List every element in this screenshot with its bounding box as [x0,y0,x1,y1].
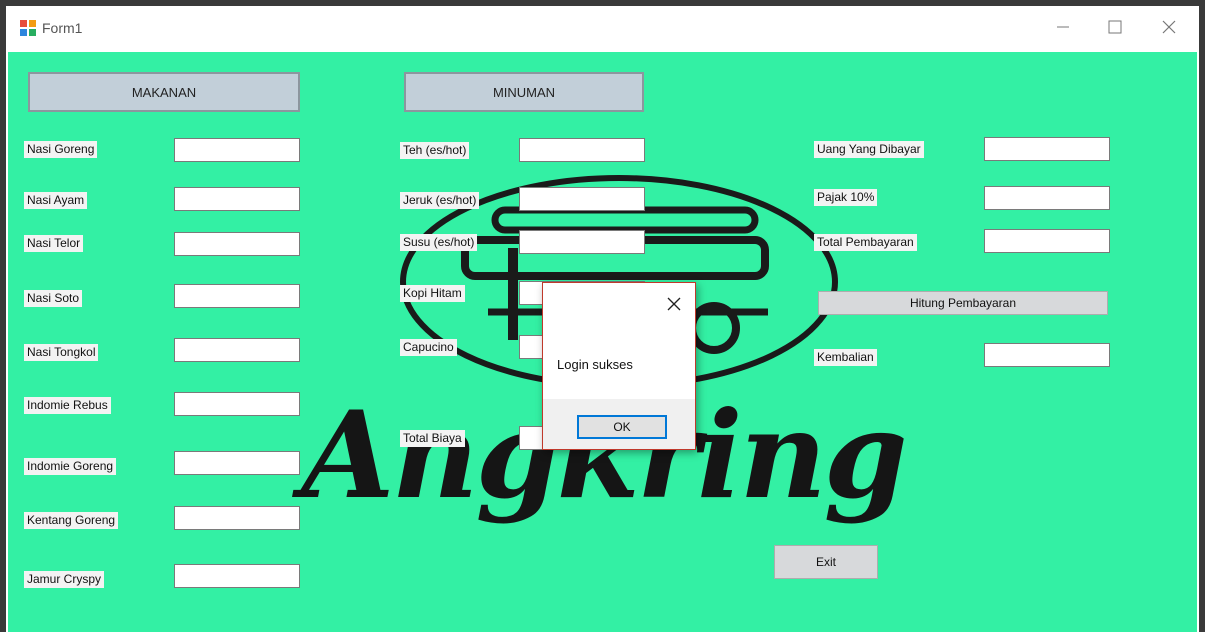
input-uang-dibayar[interactable] [984,137,1110,161]
input-nasi-goreng[interactable] [174,138,300,162]
label-kopi-hitam: Kopi Hitam [400,285,465,302]
label-uang-dibayar: Uang Yang Dibayar [814,141,924,158]
input-total-pembayaran[interactable] [984,229,1110,253]
input-kembalian[interactable] [984,343,1110,367]
input-kentang-goreng[interactable] [174,506,300,530]
input-nasi-soto[interactable] [174,284,300,308]
minimize-icon[interactable] [1043,12,1083,42]
form-app-icon [20,20,36,36]
input-indomie-goreng[interactable] [174,451,300,475]
minuman-header-button[interactable]: MINUMAN [404,72,644,112]
input-nasi-ayam[interactable] [174,187,300,211]
input-indomie-rebus[interactable] [174,392,300,416]
input-susu[interactable] [519,230,645,254]
label-nasi-tongkol: Nasi Tongkol [24,344,99,361]
label-total-pembayaran: Total Pembayaran [814,234,917,251]
makanan-header-button[interactable]: MAKANAN [28,72,300,112]
title-bar[interactable]: Form1 [6,6,1199,50]
label-indomie-rebus: Indomie Rebus [24,397,111,414]
input-jamur-cryspy[interactable] [174,564,300,588]
input-nasi-telor[interactable] [174,232,300,256]
label-nasi-goreng: Nasi Goreng [24,141,98,158]
close-icon[interactable] [1149,12,1189,42]
label-kentang-goreng: Kentang Goreng [24,512,119,529]
label-susu: Susu (es/hot) [400,234,478,251]
input-pajak[interactable] [984,186,1110,210]
message-dialog: Login sukses OK [542,282,696,450]
label-kembalian: Kembalian [814,349,877,366]
label-capucino: Capucino [400,339,457,356]
label-teh: Teh (es/hot) [400,142,470,159]
label-pajak: Pajak 10% [814,189,878,206]
input-nasi-tongkol[interactable] [174,338,300,362]
label-nasi-ayam: Nasi Ayam [24,192,88,209]
maximize-icon[interactable] [1095,12,1135,42]
label-total-biaya: Total Biaya [400,430,465,447]
dialog-ok-button[interactable]: OK [577,415,667,439]
input-teh[interactable] [519,138,645,162]
exit-button[interactable]: Exit [774,545,878,579]
form1-window: Form1 Angkring MAKANAN MINUMAN Nasi Gore… [6,6,1199,632]
label-nasi-soto: Nasi Soto [24,290,83,307]
hitung-pembayaran-button[interactable]: Hitung Pembayaran [818,291,1108,315]
label-indomie-goreng: Indomie Goreng [24,458,117,475]
label-jamur-cryspy: Jamur Cryspy [24,571,105,588]
dialog-close-icon[interactable] [663,293,685,315]
window-title: Form1 [42,20,83,36]
input-jeruk[interactable] [519,187,645,211]
dialog-message: Login sukses [557,357,633,372]
dialog-footer: OK [543,399,695,449]
label-jeruk: Jeruk (es/hot) [400,192,480,209]
label-nasi-telor: Nasi Telor [24,235,84,252]
